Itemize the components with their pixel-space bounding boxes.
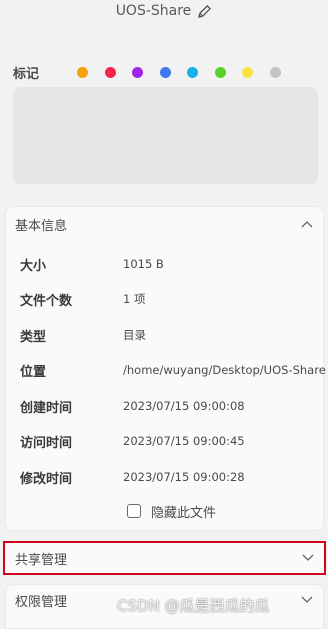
info-row-created: 创建时间 2023/07/15 09:00:08 <box>6 396 325 416</box>
tag-row: 标记 <box>13 60 313 84</box>
info-key: 类型 <box>20 329 47 345</box>
chevron-down-icon[interactable] <box>302 554 314 562</box>
pencil-icon[interactable] <box>197 4 212 19</box>
hide-file-checkbox[interactable] <box>127 504 141 518</box>
basic-info-panel: 基本信息 大小 1015 B 文件个数 1 项 类型 目录 位置 /home/w… <box>5 206 326 531</box>
file-name: UOS-Share <box>115 3 192 19</box>
info-row-location: 位置 /home/wuyang/Desktop/UOS-Share <box>6 360 326 380</box>
info-value: 2023/07/15 09:00:28 <box>123 470 245 484</box>
info-row-size: 大小 1015 B <box>6 254 325 274</box>
info-key: 位置 <box>20 364 47 380</box>
chevron-up-icon[interactable] <box>301 220 313 228</box>
tag-color-green[interactable] <box>214 66 226 78</box>
info-value: 2023/07/15 09:00:45 <box>123 434 245 448</box>
file-name-row: UOS-Share <box>0 0 328 22</box>
info-key: 文件个数 <box>20 293 73 309</box>
info-value: 1 项 <box>123 292 146 306</box>
info-key: 大小 <box>20 258 47 274</box>
tag-color-yellow[interactable] <box>242 66 253 78</box>
watermark: CSDN @瓜是西瓜的瓜 <box>117 597 270 615</box>
info-row-file-count: 文件个数 1 项 <box>6 289 325 309</box>
chevron-down-icon[interactable] <box>301 596 313 604</box>
basic-info-title: 基本信息 <box>15 218 68 234</box>
tag-color-orange[interactable] <box>77 66 88 78</box>
info-value: /home/wuyang/Desktop/UOS-Share <box>123 363 326 377</box>
hide-file-label: 隐藏此文件 <box>151 505 217 521</box>
tag-color-blue[interactable] <box>159 66 171 78</box>
info-value: 1015 B <box>123 257 164 271</box>
info-value: 目录 <box>123 328 146 342</box>
share-management-header[interactable]: 共享管理 <box>3 541 326 575</box>
info-key: 访问时间 <box>20 435 73 451</box>
tag-color-cyan[interactable] <box>187 66 198 78</box>
info-key: 修改时间 <box>20 471 73 487</box>
info-value: 2023/07/15 09:00:08 <box>123 399 245 413</box>
info-key: 创建时间 <box>20 400 73 416</box>
permission-management-title: 权限管理 <box>15 595 68 610</box>
basic-info-header[interactable]: 基本信息 <box>6 207 323 241</box>
info-row-accessed: 访问时间 2023/07/15 09:00:45 <box>6 431 325 451</box>
info-row-modified: 修改时间 2023/07/15 09:00:28 <box>6 467 325 487</box>
share-management-title: 共享管理 <box>15 552 68 568</box>
tag-color-gray[interactable] <box>269 66 281 78</box>
tag-color-red[interactable] <box>104 66 116 78</box>
tag-color-purple[interactable] <box>132 66 143 78</box>
tag-input-area[interactable] <box>13 87 318 184</box>
hide-file-option[interactable]: 隐藏此文件 <box>127 501 216 521</box>
info-row-type: 类型 目录 <box>6 325 325 345</box>
tag-label: 标记 <box>13 66 40 82</box>
